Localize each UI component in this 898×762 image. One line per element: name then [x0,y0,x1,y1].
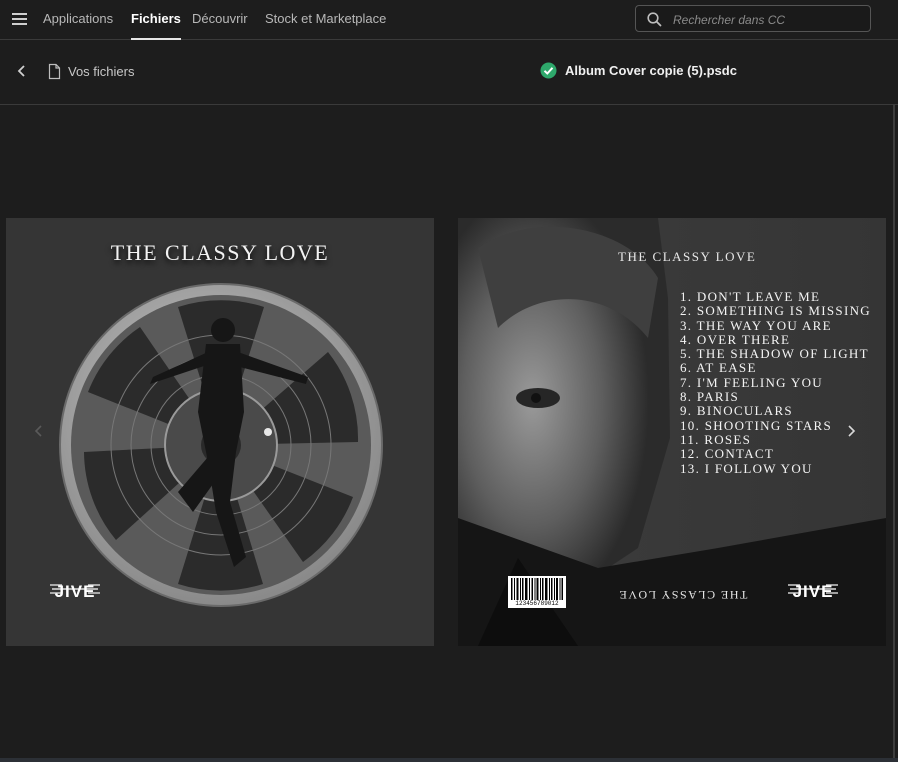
search-icon [647,12,662,27]
top-navigation: Applications Fichiers Découvrir Stock et… [0,0,898,40]
back-cover-artboard[interactable]: THE CLASSY LOVE 1. DON'T LEAVE ME 2. SOM… [458,218,886,646]
track-item: 1. DON'T LEAVE ME [680,289,821,304]
file-header-bar: Vos fichiers Album Cover copie (5).psdc [0,40,898,105]
barcode: 123456789012 [508,576,566,608]
track-item: 9. BINOCULARS [680,403,793,419]
hamburger-icon[interactable] [12,13,27,25]
track-item: 4. OVER THERE [680,331,791,347]
track-item: 6. AT EASE [680,360,757,376]
track-item: 5. THE SHADOW OF LIGHT [680,346,869,362]
chevron-left-icon[interactable] [14,62,30,80]
jive-logo-text: JIVE [54,582,96,601]
track-list: 1. DON'T LEAVE ME 2. SOMETHING IS MISSIN… [680,289,871,476]
tab-applications[interactable]: Applications [43,11,113,26]
film-reel-image [59,283,383,607]
jive-logo-text: JIVE [792,582,834,601]
chevron-left-icon[interactable] [34,424,44,438]
track-item: 8. PARIS [680,389,740,405]
track-item: 12. CONTACT [680,446,775,462]
spine-text-mirrored: THE CLASSY LOVE [618,588,748,602]
chevron-right-icon[interactable] [846,424,856,438]
track-item: 2. SOMETHING IS MISSING [680,303,871,319]
breadcrumb-label: Vos fichiers [68,64,135,79]
track-item: 11. ROSES [680,431,752,447]
jive-logo: JIVE [48,569,102,609]
jive-logo: JIVE [786,569,840,609]
tab-decouvrir[interactable]: Découvrir [192,11,248,26]
search-box[interactable] [635,5,871,32]
front-cover-artboard[interactable]: THE CLASSY LOVE JIVE [6,218,434,646]
file-name: Album Cover copie (5).psdc [565,63,737,78]
scrollbar-track[interactable] [893,104,895,758]
bottom-divider [0,758,898,762]
track-item: 13. I FOLLOW YOU [680,460,813,476]
track-item: 10. SHOOTING STARS [680,417,833,433]
track-item: 3. THE WAY YOU ARE [680,317,832,333]
tab-fichiers[interactable]: Fichiers [131,11,181,40]
front-cover-title: THE CLASSY LOVE [110,240,330,265]
track-item: 7. I'M FEELING YOU [680,374,823,390]
document-icon [48,63,61,80]
search-input[interactable] [671,10,865,30]
barcode-number: 123456789012 [515,600,559,607]
back-cover-title: THE CLASSY LOVE [618,249,757,264]
check-circle-icon [540,62,557,79]
tab-stock-marketplace[interactable]: Stock et Marketplace [265,11,386,26]
